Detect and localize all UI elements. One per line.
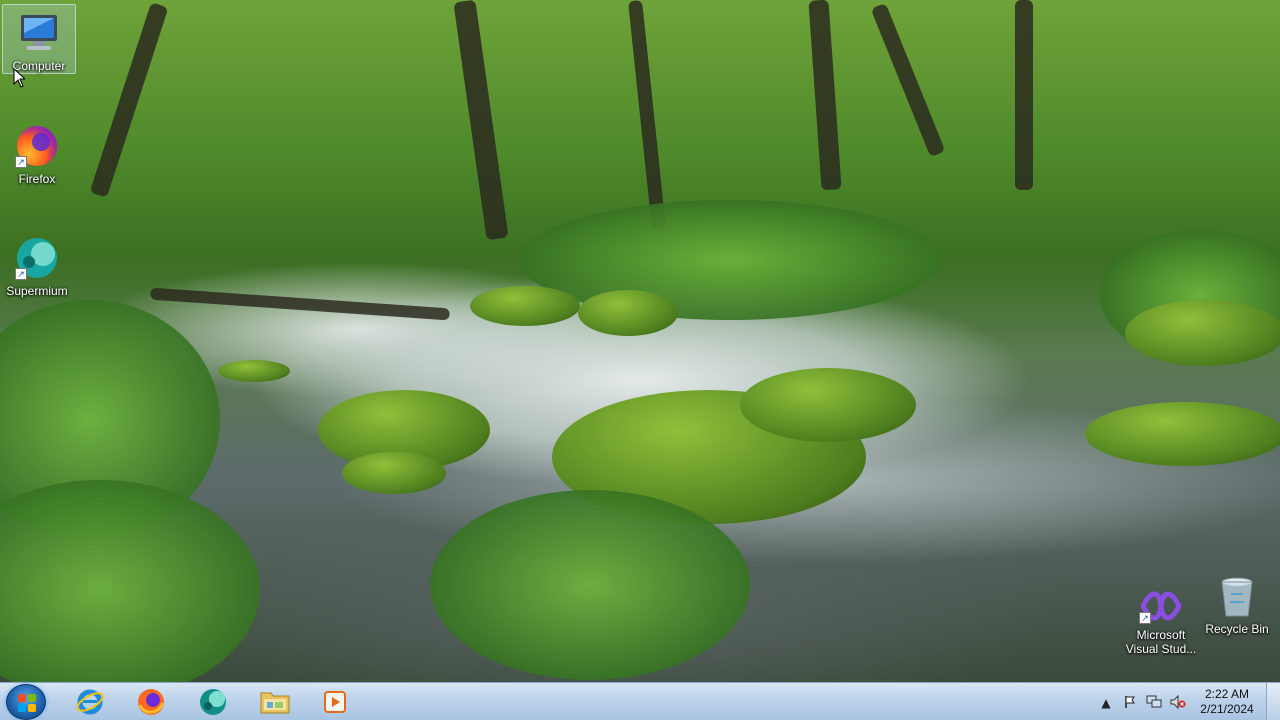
- desktop-icon-recycle-bin[interactable]: Recycle Bin: [1200, 570, 1274, 640]
- firefox-icon: ↗: [13, 122, 61, 170]
- desktop-icon-label: Microsoft Visual Stud...: [1125, 628, 1197, 656]
- internet-explorer-icon: [76, 689, 104, 715]
- show-hidden-icons-chevron-icon[interactable]: ▲: [1098, 695, 1114, 711]
- taskbar-supermium[interactable]: [185, 685, 241, 719]
- computer-icon: [15, 9, 63, 57]
- clock-time: 2:22 AM: [1204, 687, 1250, 701]
- desktop-wallpaper: [0, 0, 1280, 682]
- taskbar: ▲ 2:22 AM 2/21/2024: [0, 682, 1280, 720]
- taskbar-firefox[interactable]: [123, 685, 179, 719]
- desktop-icon-firefox[interactable]: ↗ Firefox: [0, 118, 74, 188]
- taskbar-clock[interactable]: 2:22 AM 2/21/2024: [1194, 687, 1260, 717]
- action-center-flag-icon[interactable]: [1122, 695, 1138, 711]
- desktop-icon-label: Firefox: [18, 172, 56, 186]
- supermium-icon: [200, 689, 226, 715]
- desktop-icon-label: Recycle Bin: [1205, 622, 1269, 636]
- desktop-icon-label: Supermium: [6, 284, 68, 298]
- mouse-cursor-icon: [13, 68, 25, 88]
- visual-studio-icon: ↗: [1137, 586, 1185, 626]
- windows-logo-icon: [18, 694, 36, 712]
- network-icon[interactable]: [1146, 695, 1162, 711]
- media-player-icon: [324, 691, 346, 713]
- volume-muted-icon[interactable]: [1170, 694, 1186, 711]
- folder-icon: [260, 692, 290, 714]
- show-desktop-button[interactable]: [1266, 683, 1280, 720]
- taskbar-file-explorer[interactable]: [247, 685, 303, 719]
- shortcut-arrow-icon: ↗: [15, 268, 27, 280]
- start-button[interactable]: [6, 684, 46, 720]
- shortcut-arrow-icon: ↗: [1139, 612, 1151, 624]
- taskbar-media-player[interactable]: [307, 685, 363, 719]
- shortcut-arrow-icon: ↗: [15, 156, 27, 168]
- clock-date: 2/21/2024: [1200, 702, 1254, 716]
- taskbar-internet-explorer[interactable]: [62, 685, 118, 719]
- desktop-icon-visual-studio[interactable]: ↗ Microsoft Visual Stud...: [1124, 582, 1198, 656]
- desktop-icon-computer[interactable]: Computer: [2, 4, 76, 74]
- desktop-icon-supermium[interactable]: ↗ Supermium: [0, 230, 74, 300]
- firefox-icon: [138, 689, 165, 715]
- recycle-bin-icon: [1213, 574, 1261, 620]
- supermium-icon: ↗: [13, 234, 61, 282]
